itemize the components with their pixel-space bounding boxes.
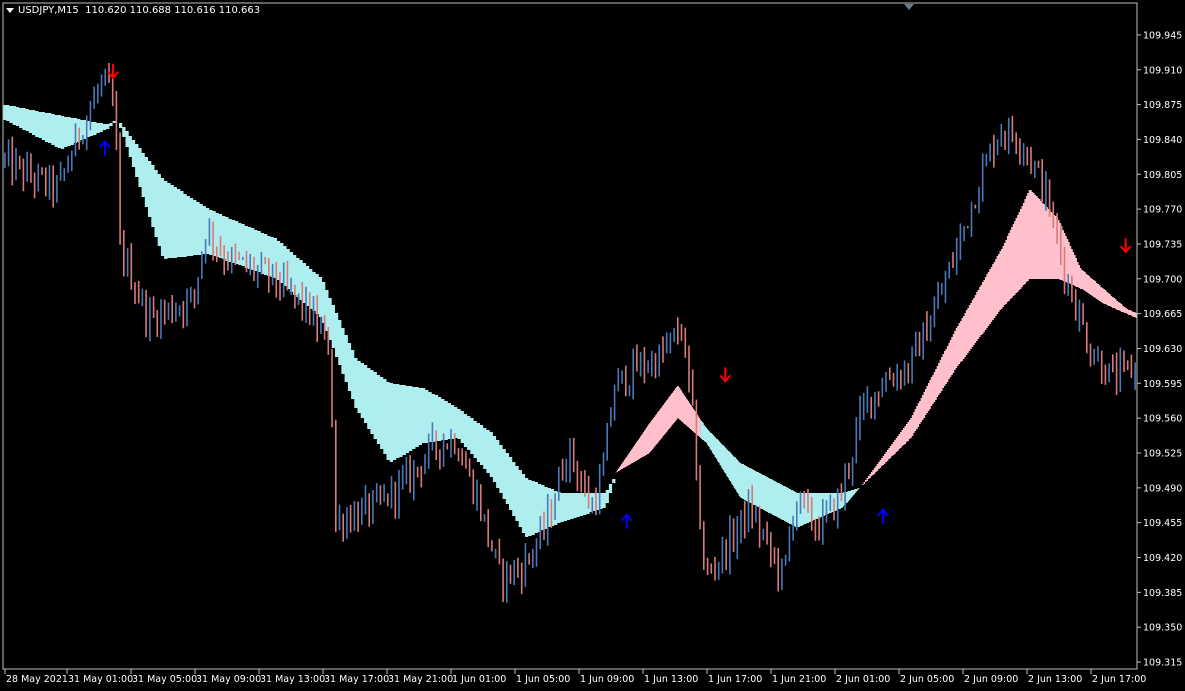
x-tick-label: 2 Jun 17:00 [1092,674,1146,685]
buy-arrow-icon [620,513,633,529]
x-tick-label: 2 Jun 09:00 [964,674,1018,685]
x-tick-label: 2 Jun 01:00 [836,674,890,685]
chart-shift-marker-icon[interactable] [904,4,914,10]
y-tick-label: 109.385 [1143,588,1182,599]
y-tick-label: 109.665 [1143,309,1182,320]
x-tick-label: 1 Jun 05:00 [516,674,570,685]
y-tick-label: 109.770 [1143,205,1182,216]
buy-arrow-icon [877,508,889,524]
y-tick-label: 109.315 [1143,658,1182,669]
y-tick-label: 109.910 [1143,65,1182,76]
y-tick-label: 109.350 [1143,623,1182,634]
y-tick-label: 109.945 [1143,30,1182,41]
y-tick-label: 109.525 [1143,448,1182,459]
y-tick-label: 109.490 [1143,483,1182,494]
y-tick-label: 109.630 [1143,344,1182,355]
sell-arrow-icon [719,367,732,383]
y-tick-label: 109.595 [1143,379,1182,390]
x-tick-label: 1 Jun 21:00 [772,674,826,685]
x-tick-label: 31 May 01:00 [68,674,133,685]
axis-layer: 109.945 109.910 109.875 109.840 109.805 109.7… [2,2,1182,685]
chart-header: USDJPY,M15 110.620 110.688 110.616 110.6… [6,5,260,16]
band-segment-1 [615,386,701,473]
buy-arrow-icon [99,139,111,156]
x-tick-label: 1 Jun 09:00 [580,674,634,685]
symbol-timeframe: USDJPY,M15 [18,5,79,16]
y-tick-label: 109.735 [1143,239,1182,250]
x-tick-label: 1 Jun 13:00 [644,674,698,685]
triangle-down-icon[interactable] [6,7,14,13]
y-tick-label: 109.700 [1143,274,1182,285]
x-tick-label: 31 May 09:00 [196,674,261,685]
x-tick-label: 31 May 05:00 [132,674,197,685]
sell-arrow-icon [1119,237,1132,254]
y-tick-label: 109.455 [1143,518,1182,529]
y-tick-label: 109.805 [1143,170,1182,181]
quote-values: 110.620 110.688 110.616 110.663 [85,5,261,16]
y-tick-label: 109.420 [1143,553,1182,564]
y-tick-label: 109.840 [1143,135,1182,146]
y-tick-label: 109.560 [1143,414,1182,425]
y-tick-label: 109.875 [1143,100,1182,111]
x-tick-label: 2 Jun 13:00 [1028,674,1082,685]
band-segment-3 [859,190,1137,488]
x-tick-label: 2 Jun 05:00 [900,674,954,685]
x-tick-label: 1 Jun 01:00 [452,674,506,685]
x-tick-label: 31 May 13:00 [260,674,325,685]
price-chart[interactable]: 109.945 109.910 109.875 109.840 109.805 109.7… [0,0,1185,691]
x-tick-label: 31 May 21:00 [388,674,453,685]
band-segment-2 [700,420,860,527]
x-tick-label: 31 May 17:00 [324,674,389,685]
x-tick-label: 28 May 2021 [6,674,68,685]
x-tick-label: 1 Jun 17:00 [708,674,762,685]
